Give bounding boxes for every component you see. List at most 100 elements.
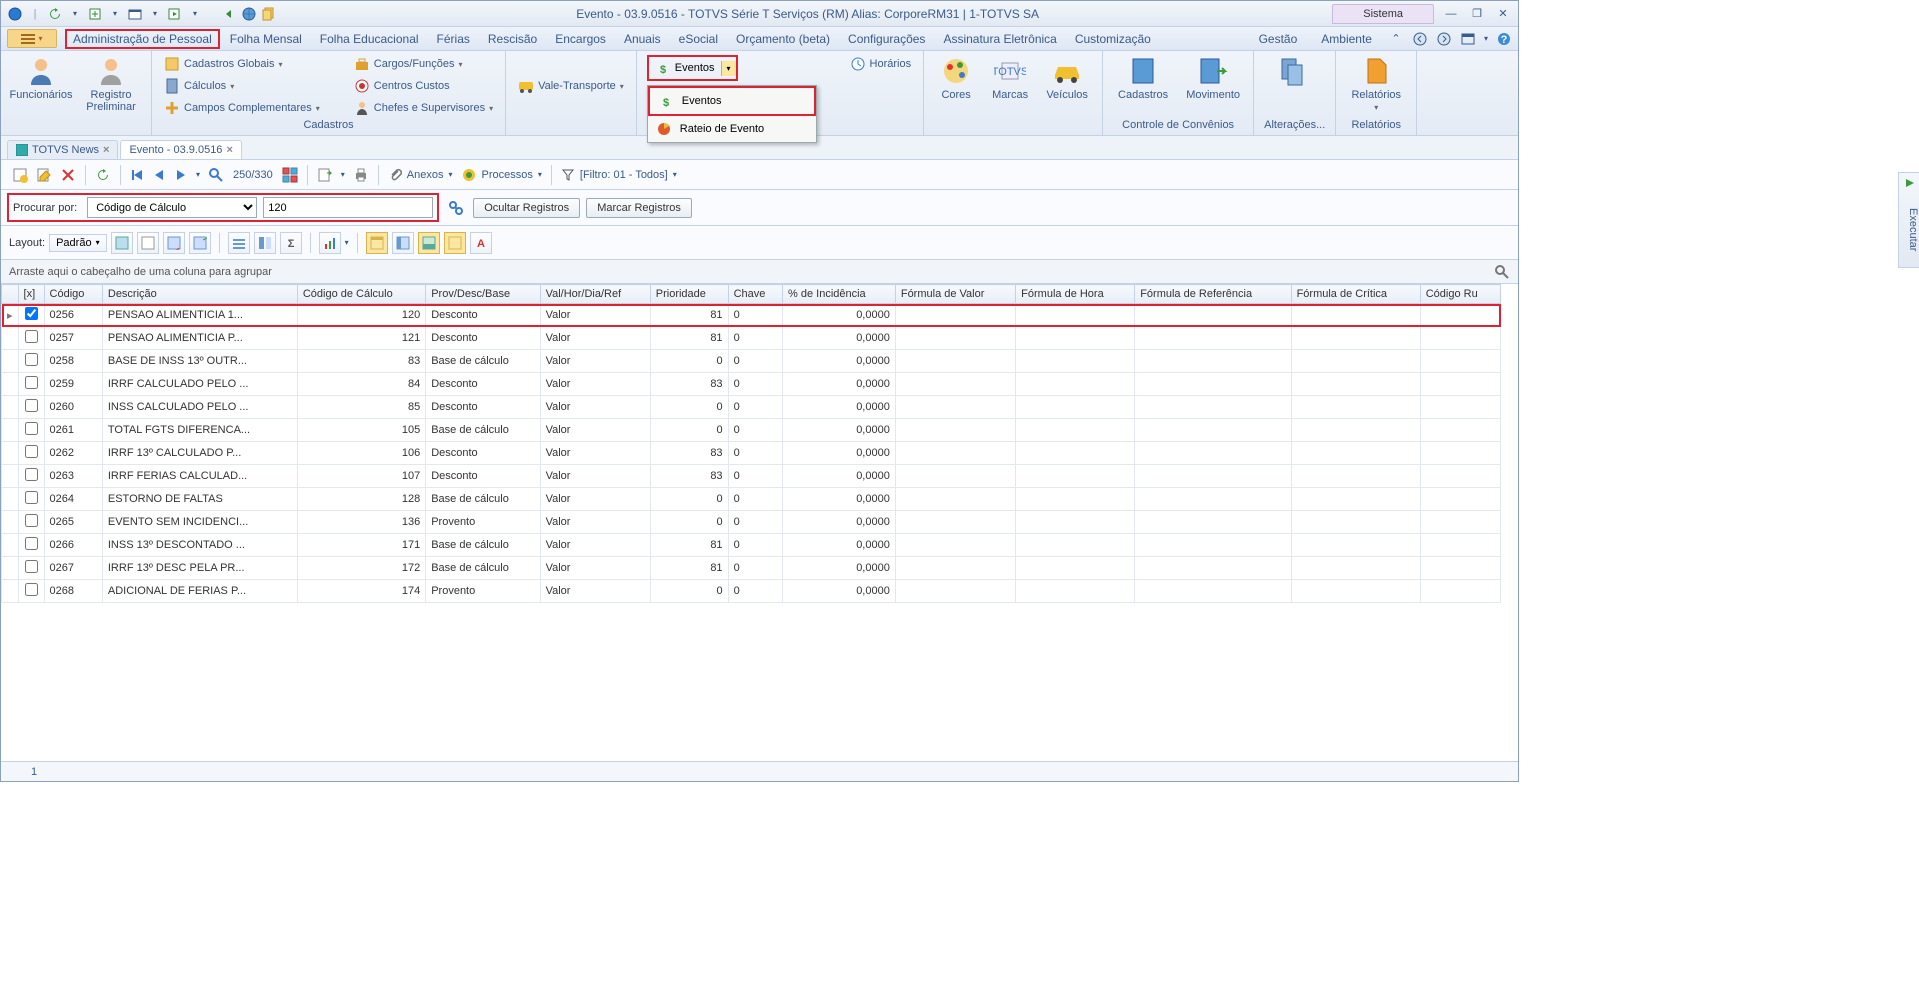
layout-btn-4[interactable] (189, 232, 211, 254)
row-checkbox-cell[interactable] (18, 580, 44, 603)
layout-padrao-button[interactable]: Padrão▾ (49, 234, 107, 252)
row-checkbox-cell[interactable] (18, 396, 44, 419)
qat-refresh-icon[interactable] (47, 6, 63, 22)
row-checkbox[interactable] (25, 376, 38, 389)
row-checkbox-cell[interactable] (18, 327, 44, 350)
layout-view-3[interactable] (418, 232, 440, 254)
menu-customizacao[interactable]: Customização (1067, 29, 1159, 49)
minimize-button[interactable]: ― (1442, 7, 1460, 21)
table-row[interactable]: 0264ESTORNO DE FALTAS128Base de cálculoV… (2, 488, 1501, 511)
table-row[interactable]: 0257PENSAO ALIMENTICIA P...121DescontoVa… (2, 327, 1501, 350)
row-checkbox[interactable] (25, 491, 38, 504)
row-checkbox[interactable] (25, 330, 38, 343)
table-row[interactable]: 0260INSS CALCULADO PELO ...85DescontoVal… (2, 396, 1501, 419)
layout-chart-icon[interactable] (319, 232, 341, 254)
system-tab[interactable]: Sistema (1332, 4, 1434, 24)
search-in-grid-icon[interactable] (1494, 264, 1510, 280)
qat-dd1-icon[interactable]: ▾ (67, 6, 83, 22)
window-list-dd[interactable]: ▾ (1484, 34, 1488, 43)
tb-export-dd[interactable]: ▾ (338, 168, 348, 181)
grid-header-col-11[interactable]: Fórmula de Referência (1135, 285, 1291, 304)
grid-header-col-9[interactable]: Fórmula de Valor (895, 285, 1015, 304)
popup-rateio[interactable]: Rateio de Evento (648, 116, 816, 142)
tb-filter-label[interactable]: [Filtro: 01 - Todos] (580, 169, 668, 181)
grid-header-col-4[interactable]: Prov/Desc/Base (426, 285, 540, 304)
app-orb-icon[interactable] (7, 6, 23, 22)
tb-prev-icon[interactable] (149, 166, 169, 184)
grid-header-col-5[interactable]: Val/Hor/Dia/Ref (540, 285, 650, 304)
tb-first-icon[interactable] (127, 166, 147, 184)
layout-btn-6[interactable] (254, 232, 276, 254)
tb-processos-dd[interactable]: ▾ (535, 168, 545, 181)
popup-eventos[interactable]: $Eventos (648, 86, 816, 116)
tb-new-icon[interactable] (9, 165, 31, 185)
ribbon-cargos-funcoes[interactable]: Cargos/Funções▾ (352, 55, 495, 73)
tab-totvs-news[interactable]: TOTVS News× (7, 140, 118, 159)
layout-font-icon[interactable]: A (470, 232, 492, 254)
menu-admin-pessoal[interactable]: Administração de Pessoal (65, 29, 220, 49)
tb-goto-icon[interactable]: ▾ (193, 168, 203, 181)
grid-header-col-7[interactable]: Chave (728, 285, 782, 304)
group-by-bar[interactable]: Arraste aqui o cabeçalho de uma coluna p… (1, 260, 1518, 284)
layout-btn-3[interactable] (163, 232, 185, 254)
ribbon-chefes-supervisores[interactable]: Chefes e Supervisores▾ (352, 99, 495, 117)
ribbon-cadastros-globais[interactable]: Cadastros Globais▾ (162, 55, 322, 73)
ribbon-horarios[interactable]: Horários (848, 55, 914, 73)
qat-dd2-icon[interactable]: ▾ (107, 6, 123, 22)
qat-dd4-icon[interactable]: ▾ (187, 6, 203, 22)
grid-header-col-2[interactable]: Descrição (102, 285, 297, 304)
marcar-registros-button[interactable]: Marcar Registros (586, 198, 692, 218)
tb-edit-icon[interactable] (33, 165, 55, 185)
row-checkbox-cell[interactable] (18, 557, 44, 580)
qat-globe-icon[interactable] (241, 6, 257, 22)
qat-play-icon[interactable] (167, 6, 183, 22)
menu-anuais[interactable]: Anuais (616, 29, 669, 49)
nav-fwd-icon[interactable] (1436, 31, 1452, 47)
table-row[interactable]: 0258BASE DE INSS 13º OUTR...83Base de cá… (2, 350, 1501, 373)
row-checkbox-cell[interactable] (18, 350, 44, 373)
tb-processos-label[interactable]: Processos (482, 169, 533, 181)
close-window-button[interactable]: ✕ (1494, 7, 1512, 21)
tb-export-icon[interactable] (314, 165, 336, 185)
menu-ambiente[interactable]: Ambiente (1313, 29, 1380, 49)
ribbon-marcas[interactable]: TOTVSMarcas (988, 55, 1032, 101)
tb-find-icon[interactable] (205, 165, 227, 185)
layout-chart-dd[interactable]: ▾ (345, 238, 349, 247)
qat-back-icon[interactable] (221, 6, 237, 22)
tb-next-icon[interactable] (171, 166, 191, 184)
help-icon[interactable]: ? (1496, 31, 1512, 47)
row-checkbox-cell[interactable] (18, 465, 44, 488)
ribbon-convenios-cadastros[interactable]: Cadastros (1113, 55, 1173, 101)
menu-ferias[interactable]: Férias (429, 29, 478, 49)
qat-copy-icon[interactable] (261, 6, 277, 22)
table-row[interactable]: 0259IRRF CALCULADO PELO ...84DescontoVal… (2, 373, 1501, 396)
search-field-select[interactable]: Código de Cálculo (87, 197, 257, 218)
ribbon-alteracoes[interactable] (1264, 55, 1320, 101)
layout-view-1[interactable] (366, 232, 388, 254)
ribbon-registro-preliminar[interactable]: Registro Preliminar (81, 55, 141, 113)
table-row[interactable]: 0263IRRF FERIAS CALCULAD...107DescontoVa… (2, 465, 1501, 488)
row-checkbox-cell[interactable] (18, 511, 44, 534)
ribbon-campos-complementares[interactable]: Campos Complementares▾ (162, 99, 322, 117)
menu-configuracoes[interactable]: Configurações (840, 29, 933, 49)
table-row[interactable]: 0261TOTAL FGTS DIFERENCA...105Base de cá… (2, 419, 1501, 442)
menu-assinatura[interactable]: Assinatura Eletrônica (935, 29, 1064, 49)
table-row[interactable]: ▸0256PENSAO ALIMENTICIA 1...120DescontoV… (2, 304, 1501, 327)
row-checkbox[interactable] (25, 445, 38, 458)
row-checkbox[interactable] (25, 468, 38, 481)
row-checkbox-cell[interactable] (18, 488, 44, 511)
window-list-icon[interactable] (1460, 31, 1476, 47)
tab-evento[interactable]: Evento - 03.9.0516× (120, 140, 241, 159)
layout-btn-1[interactable] (111, 232, 133, 254)
collapse-ribbon-icon[interactable]: ⌃ (1388, 31, 1404, 47)
row-checkbox-cell[interactable] (18, 442, 44, 465)
side-executar-panel[interactable]: Executar (1898, 172, 1919, 268)
ribbon-convenios-movimento[interactable]: Movimento (1183, 55, 1243, 101)
layout-btn-5[interactable] (228, 232, 250, 254)
menu-folha-educacional[interactable]: Folha Educacional (312, 29, 427, 49)
ribbon-calculos[interactable]: Cálculos▾ (162, 77, 322, 95)
ribbon-eventos-split-button[interactable]: $Eventos ▾ (647, 55, 738, 81)
row-checkbox[interactable] (25, 307, 38, 320)
menu-rescisao[interactable]: Rescisão (480, 29, 545, 49)
grid-header-col-8[interactable]: % de Incidência (783, 285, 896, 304)
